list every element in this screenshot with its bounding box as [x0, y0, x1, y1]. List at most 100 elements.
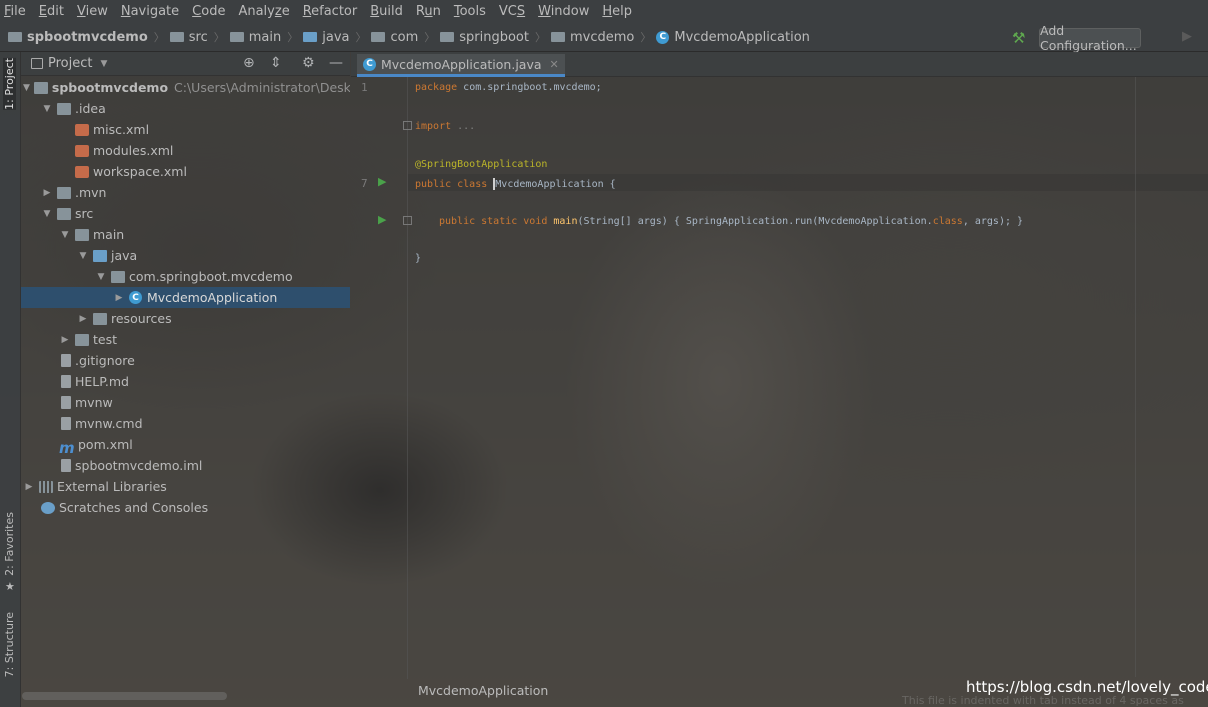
crumb-java[interactable]: java: [303, 30, 349, 45]
tree-item-misc-xml[interactable]: misc.xml: [21, 119, 350, 140]
tree-item-mvcdemo-application[interactable]: ▶ C MvcdemoApplication: [21, 287, 350, 308]
horizontal-scrollbar[interactable]: [22, 692, 227, 700]
build-hammer-icon[interactable]: ⚒: [1012, 29, 1025, 47]
crumb-main[interactable]: main: [229, 29, 282, 45]
tree-item-label: src: [75, 206, 94, 221]
tree-item-modules-xml[interactable]: modules.xml: [21, 140, 350, 161]
crumb-java-label: java: [322, 29, 350, 45]
expanded-arrow-icon: ▼: [61, 229, 69, 240]
resources-folder-icon: [93, 312, 107, 325]
tree-item-label: External Libraries: [57, 479, 167, 494]
tree-item-workspace-xml[interactable]: workspace.xml: [21, 161, 350, 182]
tree-item-pom-xml[interactable]: m pom.xml: [21, 434, 350, 455]
source-folder-icon: [93, 249, 107, 262]
menu-bar: File Edit View Navigate Code Analyze Refactor B…: [0, 0, 1208, 23]
menu-item-refactor[interactable]: Refactor: [303, 4, 358, 19]
tab-project[interactable]: 1: Project: [3, 58, 16, 110]
crumb-springboot[interactable]: springboot: [440, 30, 529, 45]
menu-item-window[interactable]: Window: [538, 4, 589, 19]
tab-structure[interactable]: 7: Structure: [3, 612, 16, 677]
menu-item-analyze[interactable]: Analyze: [238, 4, 289, 19]
crumb-main-label: main: [248, 29, 282, 45]
folder-icon: [57, 102, 71, 115]
chevron-down-icon: ▼: [100, 58, 108, 69]
crumb-src-label: src: [188, 29, 208, 45]
locate-icon[interactable]: ⊕: [243, 55, 255, 71]
star-icon: ★: [5, 580, 15, 593]
collapsed-arrow-icon: ▶: [61, 334, 69, 345]
crumb-class[interactable]: C MvcdemoApplication: [656, 30, 810, 45]
tree-item-mvnw-cmd[interactable]: mvnw.cmd: [21, 413, 350, 434]
menu-item-view[interactable]: View: [77, 4, 108, 19]
gear-icon[interactable]: ⚙: [302, 55, 315, 71]
tree-item-mvnw[interactable]: mvnw: [21, 392, 350, 413]
tree-item-help-md[interactable]: HELP.md: [21, 371, 350, 392]
code-text: run: [794, 216, 813, 227]
package-icon: [371, 32, 386, 42]
run-class-icon[interactable]: ▶: [378, 175, 386, 188]
spring-class-icon: C: [363, 57, 376, 71]
tree-item-label: resources: [111, 311, 172, 326]
library-icon: [39, 480, 53, 493]
menu-item-build[interactable]: Build: [370, 4, 403, 19]
keyword: public class: [415, 179, 494, 190]
menu-item-edit[interactable]: Edit: [39, 4, 64, 19]
add-configuration-button[interactable]: Add Configuration...: [1039, 23, 1141, 53]
tree-item-label: mvnw: [75, 395, 113, 410]
tree-item-idea[interactable]: ▼ .idea: [21, 98, 350, 119]
tree-item-gitignore[interactable]: .gitignore: [21, 350, 350, 371]
crumb-src[interactable]: src: [169, 29, 208, 45]
crumb-mvcdemo[interactable]: mvcdemo: [550, 29, 635, 45]
code-text: com.springboot.mvcdemo;: [457, 82, 602, 93]
crumb-com[interactable]: com: [371, 30, 418, 45]
code-text: ...: [451, 121, 476, 132]
tree-item-mvn[interactable]: ▶ .mvn: [21, 182, 350, 203]
code-editor[interactable]: package com.springboot.mvcdemo; import .…: [408, 77, 1208, 679]
hide-icon[interactable]: —: [329, 55, 343, 71]
close-icon[interactable]: ✕: [550, 58, 559, 71]
tree-item-label: test: [93, 332, 118, 347]
menu-item-file[interactable]: File: [4, 4, 26, 19]
crumb-mvcdemo-label: mvcdemo: [569, 29, 635, 45]
keyword: package: [415, 82, 458, 93]
project-panel-title: Project: [48, 56, 93, 71]
menu-item-run[interactable]: Run: [416, 4, 441, 19]
crumb-project[interactable]: spbootmvcdemo: [8, 30, 148, 45]
left-tool-stripe: 1: Project 2: Favorites ★ 7: Structure: [0, 52, 21, 707]
annotation: @SpringBootApplication: [415, 159, 548, 170]
collapse-all-icon[interactable]: ⇕: [270, 55, 282, 71]
menu-item-vcs[interactable]: VCS: [499, 4, 525, 19]
tree-item-src[interactable]: ▼ src: [21, 203, 350, 224]
tree-item-package[interactable]: ▼ com.springboot.mvcdemo: [21, 266, 350, 287]
menu-item-help[interactable]: Help: [602, 4, 632, 19]
line-number: 7: [361, 177, 368, 190]
run-icon[interactable]: ▶: [1182, 29, 1192, 44]
tree-item-test[interactable]: ▶ test: [21, 329, 350, 350]
menu-item-code[interactable]: Code: [192, 4, 225, 19]
tree-item-java[interactable]: ▼ java: [21, 245, 350, 266]
method-name: main: [553, 216, 578, 227]
editor-breadcrumb[interactable]: MvcdemoApplication: [418, 683, 548, 698]
editor-tab-active[interactable]: C MvcdemoApplication.java ✕: [357, 54, 565, 77]
tree-item-iml[interactable]: spbootmvcdemo.iml: [21, 455, 350, 476]
tab-favorites[interactable]: 2: Favorites: [3, 512, 16, 576]
folder-icon: [75, 333, 89, 346]
tree-item-label: spbootmvcdemo: [51, 80, 169, 95]
tree-item-resources[interactable]: ▶ resources: [21, 308, 350, 329]
tree-item-label: misc.xml: [93, 122, 150, 137]
editor-tab-bar: C MvcdemoApplication.java ✕: [351, 52, 1208, 77]
tree-item-external-libraries[interactable]: ▶ External Libraries: [21, 476, 350, 497]
code-text: {: [603, 179, 616, 190]
project-panel-header: Project ▼: [21, 52, 350, 76]
keyword: class: [932, 216, 963, 227]
menu-item-tools[interactable]: Tools: [454, 4, 486, 19]
tree-item-main[interactable]: ▼ main: [21, 224, 350, 245]
markdown-file-icon: [61, 375, 71, 388]
package-icon: [440, 32, 455, 42]
menu-item-navigate[interactable]: Navigate: [121, 4, 179, 19]
run-main-icon[interactable]: ▶: [378, 213, 386, 226]
tree-item-scratches[interactable]: Scratches and Consoles: [21, 497, 350, 518]
tree-item-label: .gitignore: [75, 353, 135, 368]
tree-item-root[interactable]: ▼ spbootmvcdemo C:\Users\Administrator\D…: [21, 77, 350, 98]
project-view-selector[interactable]: Project ▼: [31, 56, 107, 71]
